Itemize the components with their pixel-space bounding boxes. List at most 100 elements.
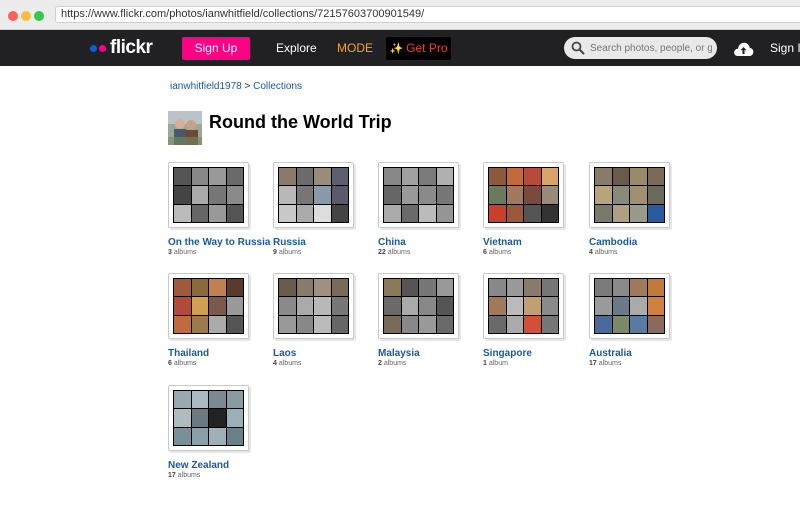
thumbnail-photo <box>401 204 418 222</box>
collection-name-link[interactable]: On the Way to Russia <box>168 237 273 248</box>
thumbnail-photo <box>314 168 331 186</box>
thumbnail-photo <box>174 391 191 409</box>
collection-name-link[interactable]: Thailand <box>168 348 273 359</box>
collection-name-link[interactable]: China <box>378 237 483 248</box>
collection-tile[interactable]: Russia 9 albums <box>273 162 378 256</box>
album-count-number: 6 <box>168 360 172 367</box>
thumbnail-photo <box>226 409 243 427</box>
collection-tile[interactable]: Singapore 1 album <box>483 273 588 367</box>
get-pro-button[interactable]: ✨ Get Pro <box>386 37 451 60</box>
collection-name-link[interactable]: Cambodia <box>589 237 694 248</box>
collection-name-link[interactable]: Malaysia <box>378 348 483 359</box>
collection-thumbnail[interactable] <box>378 273 459 339</box>
album-count: 9 albums <box>273 249 378 256</box>
collection-thumbnail[interactable] <box>483 162 564 228</box>
album-count-unit: albums <box>383 360 407 367</box>
search-box[interactable] <box>564 37 717 59</box>
thumbnail-photo <box>524 168 541 186</box>
thumbnail-mosaic <box>594 167 665 223</box>
thumbnail-photo <box>647 279 664 297</box>
collection-tile[interactable]: Laos 4 albums <box>273 273 378 367</box>
collection-thumbnail[interactable] <box>378 162 459 228</box>
avatar-image <box>168 111 202 145</box>
address-bar[interactable]: https://www.flickr.com/photos/ianwhitfie… <box>55 6 800 23</box>
thumbnail-photo <box>506 186 523 204</box>
album-count: 17 albums <box>168 472 273 479</box>
collection-tile[interactable]: Cambodia 4 albums <box>589 162 694 256</box>
collection-thumbnail[interactable] <box>168 162 249 228</box>
thumbnail-photo <box>174 315 191 333</box>
window-close-button[interactable] <box>8 11 18 21</box>
thumbnail-photo <box>191 315 208 333</box>
thumbnail-mosaic <box>488 167 559 223</box>
collection-thumbnail[interactable] <box>273 162 354 228</box>
thumbnail-photo <box>541 204 558 222</box>
collection-thumbnail[interactable] <box>589 162 670 228</box>
thumbnail-photo <box>524 279 541 297</box>
thumbnail-photo <box>612 297 629 315</box>
thumbnail-photo <box>384 204 401 222</box>
collection-thumbnail[interactable] <box>168 385 249 451</box>
thumbnail-photo <box>612 204 629 222</box>
thumbnail-mosaic <box>173 390 244 446</box>
thumbnail-photo <box>296 186 313 204</box>
collection-tile[interactable]: Vietnam 6 albums <box>483 162 588 256</box>
thumbnail-mosaic <box>383 278 454 334</box>
thumbnail-photo <box>174 186 191 204</box>
page-title: Round the World Trip <box>209 112 392 132</box>
collection-thumbnail[interactable] <box>483 273 564 339</box>
thumbnail-photo <box>489 297 506 315</box>
collection-tile[interactable]: China 22 albums <box>378 162 483 256</box>
collection-name-link[interactable]: Singapore <box>483 348 588 359</box>
collection-thumbnail[interactable] <box>273 273 354 339</box>
collection-name-link[interactable]: Laos <box>273 348 378 359</box>
collection-tile[interactable]: New Zealand 17 albums <box>168 385 273 479</box>
collection-thumbnail[interactable] <box>589 273 670 339</box>
window-minimize-button[interactable] <box>21 11 31 21</box>
thumbnail-photo <box>419 279 436 297</box>
thumbnail-photo <box>191 186 208 204</box>
thumbnail-photo <box>489 168 506 186</box>
breadcrumb-user-link[interactable]: ianwhitfield1978 <box>170 81 242 92</box>
get-pro-label: Get Pro <box>406 41 448 55</box>
thumbnail-photo <box>209 279 226 297</box>
collection-name-link[interactable]: Australia <box>589 348 694 359</box>
collection-name-link[interactable]: Russia <box>273 237 378 248</box>
mode-link[interactable]: MODE <box>337 41 373 55</box>
window-maximize-button[interactable] <box>34 11 44 21</box>
thumbnail-photo <box>209 297 226 315</box>
thumbnail-photo <box>279 204 296 222</box>
thumbnail-photo <box>331 315 348 333</box>
sign-up-button[interactable]: Sign Up <box>182 37 250 60</box>
thumbnail-photo <box>489 279 506 297</box>
breadcrumb-collections-link[interactable]: Collections <box>253 81 302 92</box>
thumbnail-photo <box>612 315 629 333</box>
thumbnail-photo <box>489 186 506 204</box>
thumbnail-photo <box>506 297 523 315</box>
explore-link[interactable]: Explore <box>276 41 317 55</box>
browser-chrome: https://www.flickr.com/photos/ianwhitfie… <box>0 0 800 30</box>
collection-thumbnail[interactable] <box>168 273 249 339</box>
search-input[interactable] <box>590 37 712 59</box>
thumbnail-photo <box>630 279 647 297</box>
collection-tile[interactable]: Australia 17 albums <box>589 273 694 367</box>
album-count: 17 albums <box>589 360 694 367</box>
collection-name-link[interactable]: Vietnam <box>483 237 588 248</box>
thumbnail-photo <box>436 297 453 315</box>
collection-tile[interactable]: On the Way to Russia 3 albums <box>168 162 273 256</box>
upload-cloud-icon[interactable] <box>733 41 754 57</box>
thumbnail-photo <box>174 427 191 445</box>
thumbnail-photo <box>314 297 331 315</box>
collection-tile[interactable]: Malaysia 2 albums <box>378 273 483 367</box>
album-count: 6 albums <box>483 249 588 256</box>
sign-in-link[interactable]: Sign In <box>770 41 800 55</box>
collection-tile[interactable]: Thailand 6 albums <box>168 273 273 367</box>
thumbnail-photo <box>436 168 453 186</box>
thumbnail-photo <box>279 279 296 297</box>
album-count-number: 2 <box>378 360 382 367</box>
collection-name-link[interactable]: New Zealand <box>168 460 273 471</box>
thumbnail-photo <box>524 186 541 204</box>
flickr-logo[interactable]: flickr <box>90 38 153 58</box>
thumbnail-photo <box>314 204 331 222</box>
thumbnail-photo <box>296 204 313 222</box>
